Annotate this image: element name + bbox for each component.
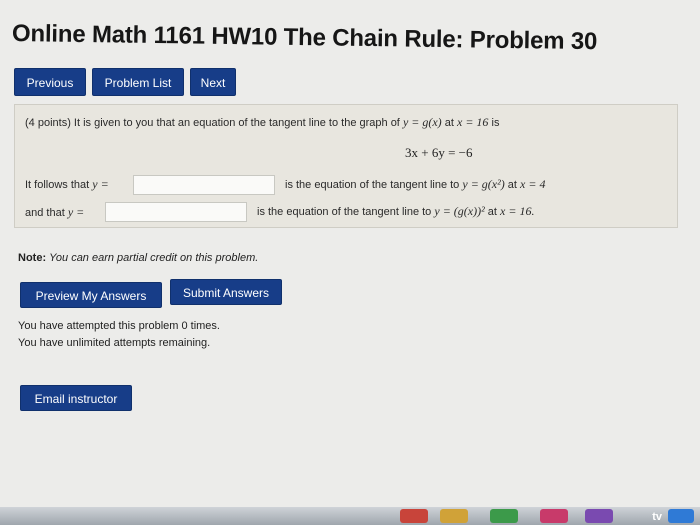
at-text: at (444, 117, 454, 129)
row2-suffix: is the equation of the tangent line to (257, 206, 432, 218)
row2-point: x = 16. (500, 204, 535, 218)
app-store-icon[interactable] (668, 509, 694, 523)
row2-y-label: y = (67, 205, 85, 219)
page-title: Online Math 1161 HW10 The Chain Rule: Pr… (11, 20, 598, 56)
note-label: Note: (18, 252, 47, 264)
is-text: is (491, 117, 500, 129)
answer-row-1-suffix: is the equation of the tangent line to y… (285, 177, 545, 192)
email-instructor-button[interactable]: Email instructor (20, 385, 132, 411)
problem-statement: (4 points) It is given to you that an eq… (25, 115, 499, 130)
row1-y-label: y = (92, 177, 109, 191)
answer-row-2: and that y = (25, 205, 84, 220)
next-button[interactable]: Next (190, 68, 236, 96)
function-y-gx: y = g(x) (402, 115, 442, 129)
attempts-remaining-text: You have unlimited attempts remaining. (18, 337, 211, 349)
answer-input-1[interactable] (133, 175, 275, 195)
answer-row-1: It follows that y = (25, 177, 109, 192)
row1-prefix: It follows that (25, 179, 90, 191)
music-icon[interactable] (540, 509, 568, 523)
app-icon[interactable] (400, 509, 428, 523)
row2-prefix: and that (25, 207, 65, 219)
tv-icon[interactable]: tv (652, 511, 662, 523)
row1-function: y = g(x²) (462, 177, 505, 191)
problem-points-text: (4 points) It is given to you that an eq… (25, 117, 400, 129)
app-icon[interactable] (440, 509, 468, 523)
podcasts-icon[interactable] (585, 509, 613, 523)
app-icon[interactable] (490, 509, 518, 523)
row1-point: x = 4 (520, 177, 546, 191)
x-value-16: x = 16 (457, 115, 489, 129)
partial-credit-note: Note: You can earn partial credit on thi… (18, 252, 258, 264)
problem-list-button[interactable]: Problem List (92, 68, 184, 96)
row2-at: at (487, 206, 497, 218)
answer-row-2-suffix: is the equation of the tangent line to y… (257, 204, 534, 219)
row1-at: at (507, 179, 517, 191)
problem-box: (4 points) It is given to you that an eq… (14, 104, 678, 228)
dock: tv (0, 507, 700, 525)
answer-input-2[interactable] (105, 202, 247, 222)
previous-button[interactable]: Previous (14, 68, 86, 96)
tangent-equation: 3x + 6y = −6 (405, 145, 473, 160)
preview-answers-button[interactable]: Preview My Answers (20, 282, 162, 308)
row1-suffix: is the equation of the tangent line to (285, 179, 460, 191)
note-text: You can earn partial credit on this prob… (49, 252, 259, 264)
row2-function: y = (g(x))² (434, 204, 485, 218)
attempts-count-text: You have attempted this problem 0 times. (18, 320, 220, 332)
submit-answers-button[interactable]: Submit Answers (170, 279, 282, 305)
